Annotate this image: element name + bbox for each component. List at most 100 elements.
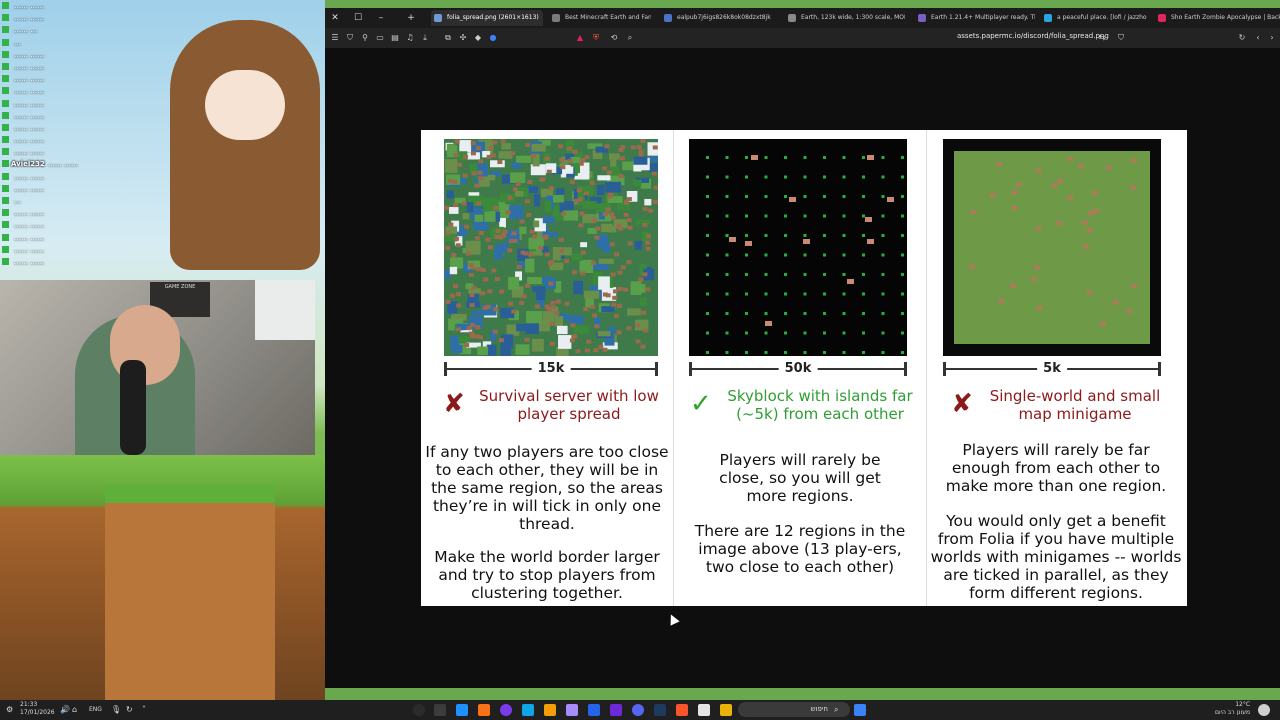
chevron-up-icon[interactable]: ˄ — [142, 704, 154, 716]
verdict: ✓ Skyblock with islands far (~5k) from e… — [684, 387, 920, 427]
globe-icon[interactable]: ● — [488, 33, 498, 43]
island-marker — [784, 292, 787, 296]
forward-arrow-icon[interactable]: › — [1267, 33, 1277, 43]
player-marker — [642, 207, 648, 212]
minimize-icon[interactable]: – — [375, 12, 387, 24]
start-icon[interactable] — [854, 704, 866, 716]
maximize-icon[interactable]: ☐ — [352, 12, 364, 24]
chat-message: …… …… — [0, 146, 240, 158]
language-indicator[interactable]: ENG — [89, 706, 102, 713]
tab-6[interactable]: a peaceful place. [lofi / jazzhop — [1041, 10, 1147, 26]
player-marker — [998, 299, 1005, 304]
player-marker — [623, 212, 629, 217]
address-bar[interactable]: assets.papermc.io/discord/folia_spread.p… — [957, 32, 1109, 40]
island-marker — [745, 234, 748, 237]
settings-icon[interactable]: ⚙ — [6, 704, 18, 716]
network-icon[interactable]: ⌂ — [72, 704, 84, 716]
browser-window: ✕ ☐ – + folia_spread.png (2601×1613) Best… — [325, 8, 1280, 688]
tab-3[interactable]: ealpub7j6igs826k8ok08dzxt8jk (77... — [661, 10, 773, 26]
region-note: There are 12 regions in the image above … — [694, 522, 906, 576]
reload-icon[interactable]: ↻ — [1237, 33, 1247, 43]
refresh-icon[interactable]: ↻ — [126, 704, 138, 716]
back-icon[interactable]: ⟲ — [609, 33, 619, 43]
player-marker — [491, 268, 497, 273]
bookmark-icon[interactable]: ⛉ — [1116, 33, 1126, 43]
player-marker — [1036, 305, 1043, 310]
clock[interactable]: 21:33 17/01/2026 — [20, 701, 55, 717]
app-icon-2[interactable] — [434, 704, 446, 716]
player-marker — [583, 191, 589, 196]
badge-icon — [2, 123, 9, 131]
app-icon-3[interactable] — [456, 704, 468, 716]
island-marker — [862, 156, 865, 159]
app-icon-5[interactable] — [500, 704, 512, 716]
player-marker — [611, 302, 617, 307]
download-icon[interactable]: ⤓ — [420, 33, 430, 43]
screenshot-icon[interactable]: ⧉ — [443, 33, 453, 43]
island-marker — [764, 175, 768, 179]
weather-widget[interactable]: 12°C מעונן רב היום — [1215, 701, 1250, 717]
tab-7[interactable]: Sho Earth Zombie Apocalypse | Back — [1155, 10, 1280, 26]
reader-icon[interactable]: ▤ — [390, 33, 400, 43]
mic-icon[interactable]: 🎙 — [111, 704, 123, 716]
chat-message: …… …… — [0, 110, 240, 122]
player-marker — [751, 155, 758, 160]
volume-icon[interactable]: 🔊 — [60, 704, 72, 716]
back-arrow-icon[interactable]: ‹ — [1253, 33, 1263, 43]
tab-4[interactable]: Earth, 123k wide, 1:300 scale, MON — [785, 10, 905, 26]
folder-icon[interactable] — [720, 704, 732, 716]
player-marker — [456, 303, 462, 308]
pin-icon[interactable]: ⚲ — [360, 33, 370, 43]
player-marker — [510, 151, 516, 156]
app-icon-6[interactable] — [522, 704, 534, 716]
chat-message: …… …… — [0, 219, 240, 231]
island-marker — [745, 214, 748, 218]
player-marker — [623, 200, 629, 205]
app-icon-7[interactable] — [544, 704, 556, 716]
tab-1[interactable]: folia_spread.png (2601×1613) — [431, 10, 543, 26]
player-marker — [620, 265, 626, 270]
player-marker — [634, 323, 640, 328]
sidebar-icon[interactable]: ▭ — [375, 33, 385, 43]
app-icon-1[interactable] — [413, 704, 425, 716]
close-window-icon[interactable]: ✕ — [329, 12, 341, 24]
browser-taskbar-icon[interactable] — [676, 704, 688, 716]
island-marker — [862, 175, 865, 179]
app-icon-8[interactable] — [566, 704, 578, 716]
app-icon-11[interactable] — [632, 704, 644, 716]
island-marker — [803, 292, 807, 296]
app-icon-10[interactable] — [610, 704, 622, 716]
player-marker — [969, 264, 976, 269]
player-marker — [542, 235, 548, 240]
island-marker — [901, 312, 904, 315]
player-marker — [619, 156, 625, 161]
app-icon-12[interactable] — [654, 704, 666, 716]
player-marker — [602, 292, 608, 297]
column-minigame: 5k ✘ Single-world and small map minigame… — [925, 130, 1187, 606]
player-marker — [492, 140, 498, 145]
player-marker — [638, 277, 644, 282]
music-icon[interactable]: ♫ — [405, 33, 415, 43]
app-icon-14[interactable] — [698, 704, 710, 716]
app-icon-9[interactable] — [588, 704, 600, 716]
rewards-icon[interactable]: ▲ — [575, 33, 585, 43]
brave-shield-icon[interactable]: ⛨ — [591, 33, 601, 43]
extensions-icon[interactable]: ✣ — [458, 33, 468, 43]
app-icon-4[interactable] — [478, 704, 490, 716]
menu-icon[interactable]: ☰ — [330, 33, 340, 43]
diamond-icon[interactable]: ◆ — [473, 33, 483, 43]
tab-2[interactable]: Best Minecraft Earth and Fantasy M — [549, 10, 651, 26]
player-marker — [584, 348, 590, 353]
player-marker — [455, 327, 461, 332]
search-icon[interactable]: ⌕ — [625, 33, 635, 43]
share-icon[interactable]: ⇆ — [1097, 33, 1107, 43]
tab-5[interactable]: Earth 1.21.4+ Multiplayer ready. The — [915, 10, 1035, 26]
island-marker — [725, 175, 729, 179]
island-marker — [764, 234, 768, 237]
new-tab-icon[interactable]: + — [405, 12, 417, 24]
player-marker — [1078, 163, 1085, 168]
island-marker — [842, 234, 846, 237]
player-marker — [1030, 277, 1037, 282]
island-marker — [725, 312, 729, 315]
shield-icon[interactable]: ⛉ — [345, 33, 355, 43]
